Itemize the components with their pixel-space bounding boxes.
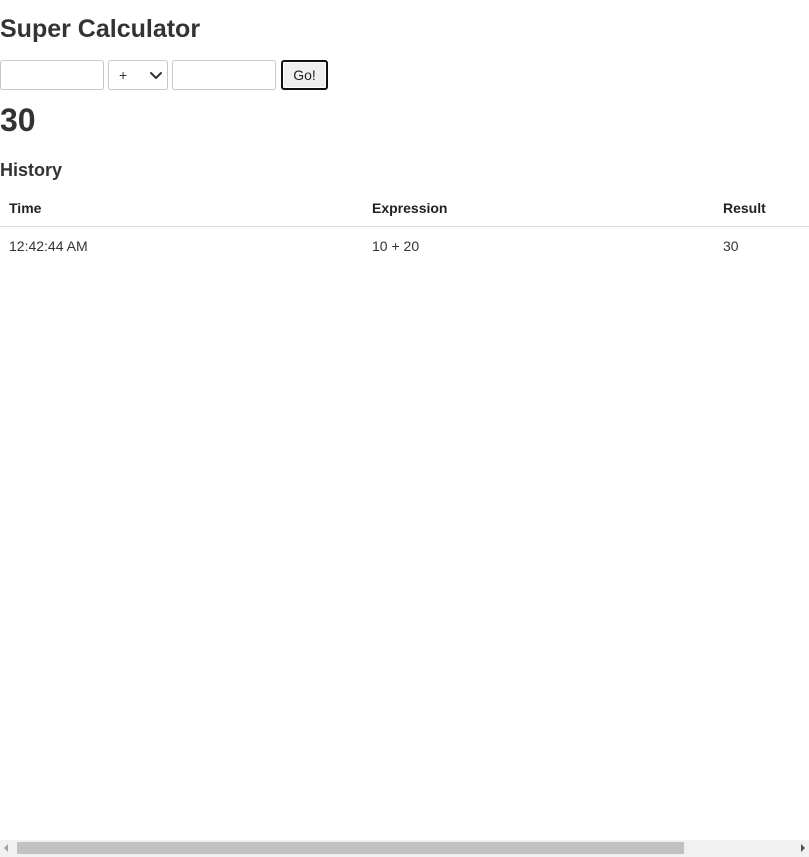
cell-expression: 10 + 20 <box>372 237 420 254</box>
column-header-time: Time <box>0 190 363 227</box>
scrollbar-thumb[interactable] <box>17 842 684 854</box>
calculator-form: + Go! <box>0 60 328 90</box>
first-operand-input[interactable] <box>0 60 104 90</box>
operator-select-value: + <box>119 67 128 83</box>
page-title: Super Calculator <box>0 15 201 43</box>
history-heading: History <box>0 160 63 180</box>
scroll-left-arrow-icon[interactable] <box>4 844 8 852</box>
table-row: 12:42:44 AM 10 + 20 30 <box>0 227 809 265</box>
column-header-result: Result <box>714 190 809 227</box>
second-operand-input[interactable] <box>172 60 276 90</box>
page: Super Calculator + Go! 30 History Time E… <box>0 0 809 857</box>
cell-result: 30 <box>723 237 739 254</box>
table-header-row: Time Expression Result <box>0 190 809 227</box>
chevron-down-icon <box>150 72 162 79</box>
history-table: Time Expression Result 12:42:44 AM 10 + … <box>0 190 809 264</box>
column-header-expression: Expression <box>363 190 714 227</box>
operator-select[interactable]: + <box>108 60 168 90</box>
go-button[interactable]: Go! <box>281 60 328 90</box>
horizontal-scrollbar[interactable] <box>0 840 809 857</box>
result-display: 30 <box>0 102 36 138</box>
scroll-right-arrow-icon[interactable] <box>801 844 805 852</box>
cell-time: 12:42:44 AM <box>9 237 88 254</box>
